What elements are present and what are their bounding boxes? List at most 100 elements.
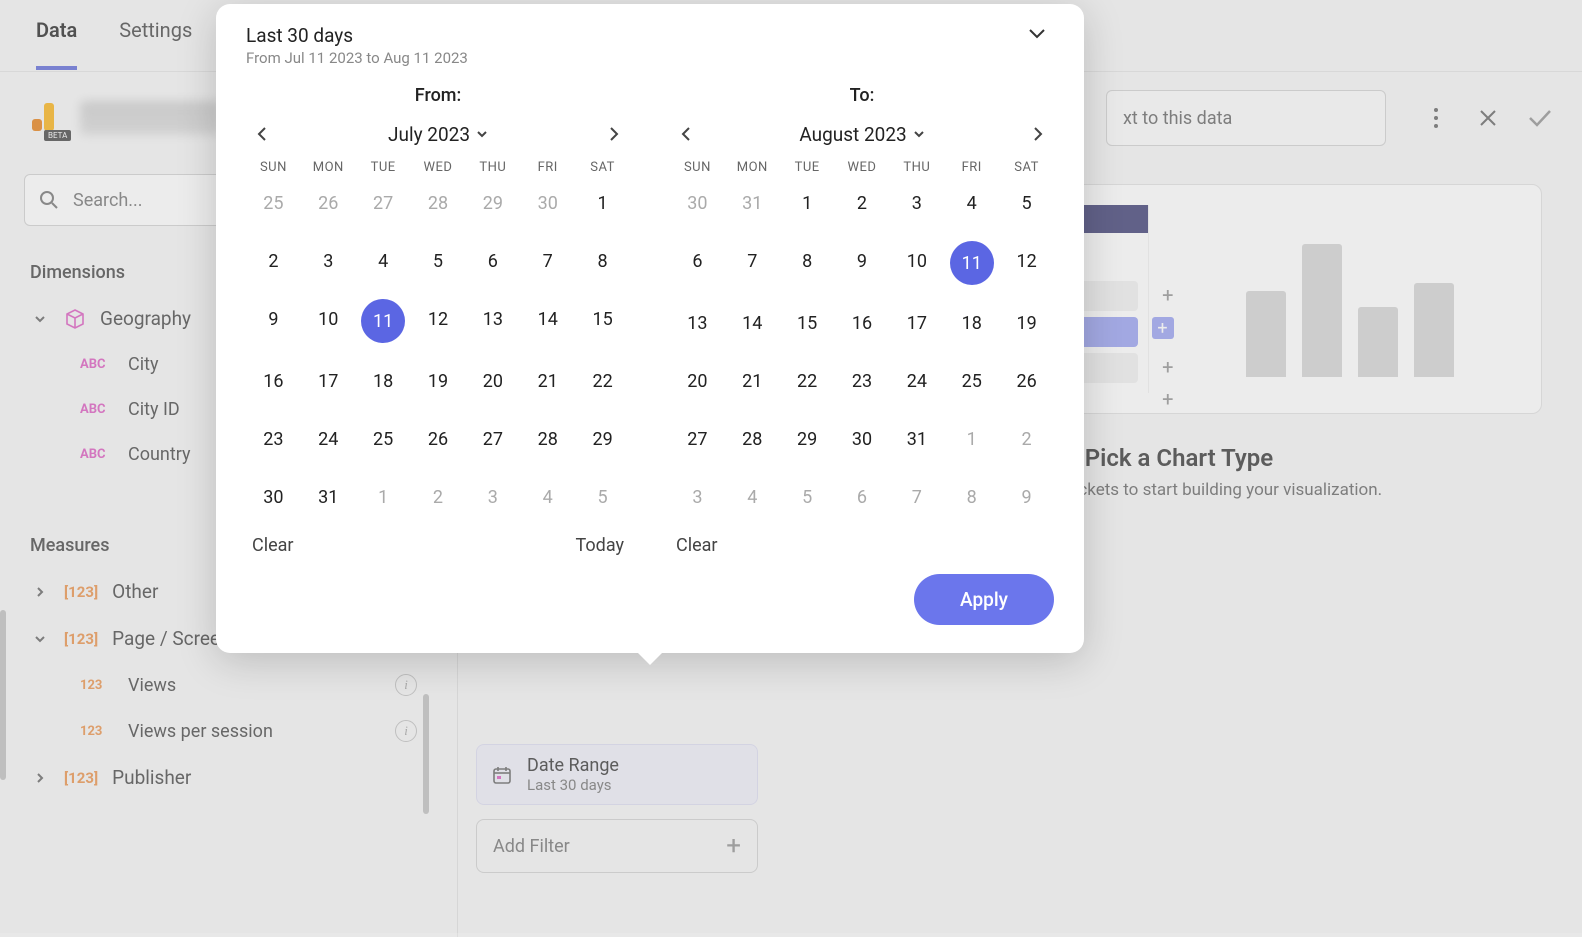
- calendar-day[interactable]: 17: [301, 361, 356, 401]
- calendar-day[interactable]: 3: [670, 477, 725, 517]
- measure-views[interactable]: 123 Views i: [16, 662, 431, 708]
- calendar-day[interactable]: 14: [520, 299, 575, 339]
- calendar-day[interactable]: 30: [835, 419, 890, 459]
- calendar-day[interactable]: 26: [301, 183, 356, 223]
- calendar-day[interactable]: 23: [246, 419, 301, 459]
- calendar-day[interactable]: 6: [670, 241, 725, 281]
- next-month-icon[interactable]: [600, 120, 628, 148]
- calendar-day[interactable]: 9: [835, 241, 890, 281]
- calendar-day[interactable]: 15: [780, 303, 835, 343]
- to-clear-button[interactable]: Clear: [676, 535, 718, 556]
- calendar-day[interactable]: 16: [246, 361, 301, 401]
- calendar-day[interactable]: 31: [725, 183, 780, 223]
- next-month-icon[interactable]: [1024, 120, 1052, 148]
- calendar-day[interactable]: 21: [725, 361, 780, 401]
- calendar-day[interactable]: 29: [465, 183, 520, 223]
- calendar-day[interactable]: 26: [999, 361, 1054, 401]
- preset-dropdown-icon[interactable]: [1020, 24, 1054, 44]
- calendar-day[interactable]: 3: [889, 183, 944, 223]
- calendar-day[interactable]: 26: [411, 419, 466, 459]
- calendar-day[interactable]: 10: [301, 299, 356, 339]
- apply-button[interactable]: Apply: [914, 574, 1054, 625]
- calendar-day[interactable]: 18: [944, 303, 999, 343]
- calendar-day[interactable]: 5: [411, 241, 466, 281]
- calendar-day[interactable]: 31: [889, 419, 944, 459]
- plus-icon[interactable]: +: [1162, 355, 1173, 379]
- calendar-day[interactable]: 7: [520, 241, 575, 281]
- calendar-day[interactable]: 16: [835, 303, 890, 343]
- calendar-day[interactable]: 2: [999, 419, 1054, 459]
- from-clear-button[interactable]: Clear: [252, 535, 294, 556]
- context-input[interactable]: xt to this data: [1106, 90, 1386, 146]
- calendar-day[interactable]: 27: [465, 419, 520, 459]
- calendar-day[interactable]: 27: [356, 183, 411, 223]
- calendar-day[interactable]: 19: [411, 361, 466, 401]
- calendar-day[interactable]: 6: [465, 241, 520, 281]
- add-filter-button[interactable]: Add Filter +: [476, 819, 758, 873]
- calendar-day[interactable]: 1: [944, 419, 999, 459]
- calendar-day[interactable]: 8: [944, 477, 999, 517]
- calendar-day[interactable]: 24: [889, 361, 944, 401]
- from-month-select[interactable]: July 2023: [388, 123, 488, 146]
- scrollbar-thumb[interactable]: [423, 694, 429, 814]
- more-menu-icon[interactable]: [1424, 106, 1448, 130]
- plus-icon[interactable]: +: [1152, 317, 1174, 339]
- info-icon[interactable]: i: [395, 720, 417, 742]
- calendar-day[interactable]: 6: [835, 477, 890, 517]
- calendar-day[interactable]: 9: [999, 477, 1054, 517]
- tab-settings[interactable]: Settings: [119, 18, 192, 66]
- calendar-day[interactable]: 22: [780, 361, 835, 401]
- calendar-day[interactable]: 22: [575, 361, 630, 401]
- calendar-day[interactable]: 11: [950, 241, 994, 285]
- calendar-day[interactable]: 20: [465, 361, 520, 401]
- calendar-day[interactable]: 30: [520, 183, 575, 223]
- calendar-day[interactable]: 15: [575, 299, 630, 339]
- calendar-day[interactable]: 12: [999, 241, 1054, 281]
- calendar-day[interactable]: 17: [889, 303, 944, 343]
- calendar-day[interactable]: 21: [520, 361, 575, 401]
- calendar-day[interactable]: 4: [725, 477, 780, 517]
- calendar-day[interactable]: 24: [301, 419, 356, 459]
- measure-views-per-session[interactable]: 123 Views per session i: [16, 708, 431, 754]
- calendar-day[interactable]: 4: [944, 183, 999, 223]
- prev-month-icon[interactable]: [672, 120, 700, 148]
- calendar-day[interactable]: 8: [780, 241, 835, 281]
- calendar-day[interactable]: 2: [411, 477, 466, 517]
- calendar-day[interactable]: 30: [670, 183, 725, 223]
- calendar-day[interactable]: 2: [835, 183, 890, 223]
- calendar-day[interactable]: 3: [465, 477, 520, 517]
- calendar-day[interactable]: 18: [356, 361, 411, 401]
- to-month-select[interactable]: August 2023: [799, 123, 924, 146]
- calendar-day[interactable]: 28: [520, 419, 575, 459]
- plus-icon[interactable]: +: [1162, 387, 1173, 411]
- close-icon[interactable]: [1476, 106, 1500, 130]
- calendar-day[interactable]: 13: [465, 299, 520, 339]
- calendar-day[interactable]: 1: [356, 477, 411, 517]
- calendar-day[interactable]: 2: [246, 241, 301, 281]
- info-icon[interactable]: i: [395, 674, 417, 696]
- calendar-day[interactable]: 5: [780, 477, 835, 517]
- plus-icon[interactable]: +: [1162, 283, 1173, 307]
- calendar-day[interactable]: 3: [301, 241, 356, 281]
- calendar-day[interactable]: 30: [246, 477, 301, 517]
- calendar-day[interactable]: 25: [944, 361, 999, 401]
- calendar-day[interactable]: 5: [575, 477, 630, 517]
- calendar-day[interactable]: 7: [725, 241, 780, 281]
- calendar-day[interactable]: 4: [520, 477, 575, 517]
- calendar-day[interactable]: 1: [780, 183, 835, 223]
- calendar-day[interactable]: 29: [780, 419, 835, 459]
- prev-month-icon[interactable]: [248, 120, 276, 148]
- calendar-day[interactable]: 12: [411, 299, 466, 339]
- calendar-day[interactable]: 20: [670, 361, 725, 401]
- calendar-day[interactable]: 31: [301, 477, 356, 517]
- tab-data[interactable]: Data: [36, 18, 77, 70]
- calendar-day[interactable]: 1: [575, 183, 630, 223]
- calendar-day[interactable]: 25: [356, 419, 411, 459]
- scrollbar-thumb[interactable]: [0, 610, 6, 780]
- from-today-button[interactable]: Today: [576, 535, 624, 556]
- calendar-day[interactable]: 28: [411, 183, 466, 223]
- measure-publisher[interactable]: [123] Publisher: [16, 754, 431, 801]
- confirm-icon[interactable]: [1528, 106, 1552, 130]
- calendar-day[interactable]: 5: [999, 183, 1054, 223]
- calendar-day[interactable]: 29: [575, 419, 630, 459]
